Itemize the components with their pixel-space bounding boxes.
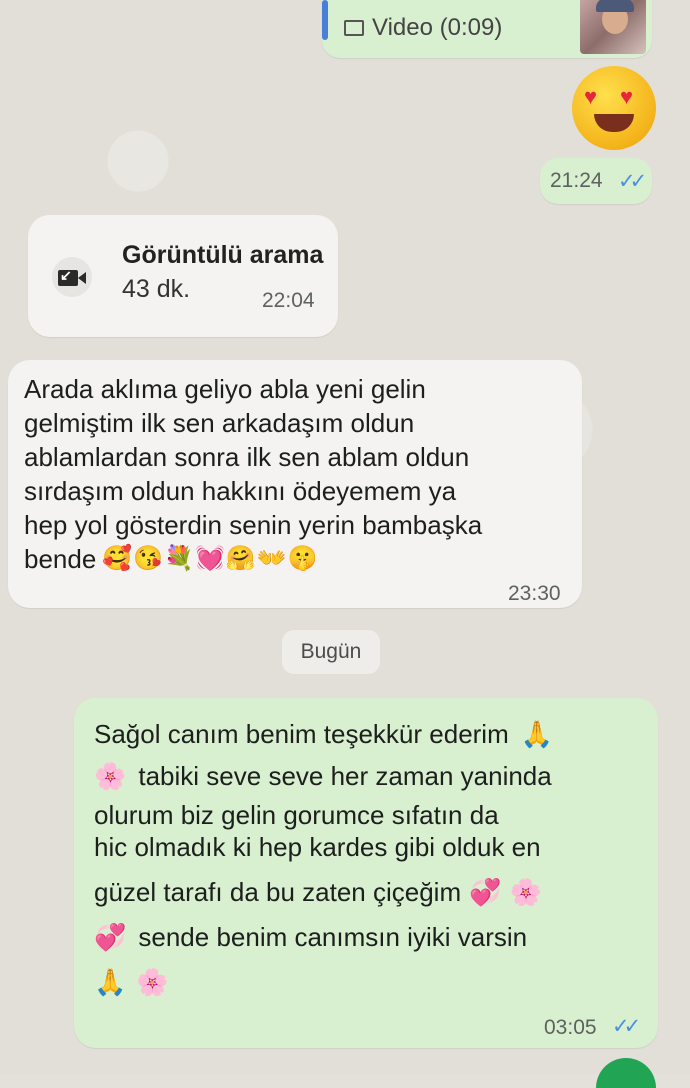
incoming-message-bubble[interactable]: Arada aklıma geliyo abla yeni gelin gelm… — [8, 360, 582, 608]
call-time: 22:04 — [262, 289, 315, 312]
video-message-bubble[interactable]: Video (0:09) — [322, 0, 652, 58]
heart-eyes-emoji: ♥ ♥ — [572, 66, 656, 150]
message-line: bende — [24, 544, 97, 574]
message-time: 23:30 — [508, 582, 561, 605]
heart-emoji: 💞 — [94, 922, 127, 952]
pray-emoji: 🙏 — [520, 719, 554, 749]
call-duration: 43 dk. — [122, 275, 191, 303]
message-line: Sağol canım benim teşekkür ederim — [94, 719, 509, 749]
message-line: tabiki seve seve her zaman yaninda — [138, 761, 552, 791]
message-line: gelmiştim ilk sen arkadaşım oldun — [24, 408, 415, 438]
date-label: Bugün — [300, 640, 362, 663]
message-line: olurum biz gelin gorumce sıfatın da — [94, 800, 499, 830]
video-camera-icon — [344, 20, 364, 36]
missed-video-call-icon: ↙ — [52, 257, 92, 297]
read-ticks-icon: ✓✓ — [618, 170, 647, 193]
emoji-time-bubble: 21:24 ✓✓ — [540, 158, 652, 204]
emoji-row: 🥰😘💐💓🤗👐🤫 — [102, 545, 319, 572]
video-call-bubble[interactable]: ↙ Görüntülü arama 43 dk. 22:04 — [28, 215, 338, 337]
message-line: sende benim canımsın iyiki varsin — [138, 922, 528, 952]
pray-emoji: 🙏 — [94, 967, 127, 997]
read-ticks-icon: ✓✓ — [612, 1015, 641, 1038]
flower-emoji: 🌸 — [509, 877, 542, 907]
video-label: Video (0:09) — [372, 14, 503, 41]
message-line: güzel tarafı da bu zaten çiçeğim — [94, 877, 462, 907]
call-title: Görüntülü arama — [122, 241, 324, 269]
reply-accent-bar — [322, 0, 328, 40]
date-separator: Bugün — [282, 630, 380, 674]
flower-emoji: 🌸 — [136, 967, 169, 997]
heart-emoji: 💞 — [469, 877, 502, 907]
message-line: hep yol gösterdin senin yerin bambaşka — [24, 510, 483, 540]
outgoing-message-bubble[interactable]: Sağol canım benim teşekkür ederim 🙏 🌸 ta… — [74, 698, 658, 1048]
message-line: ablamlardan sonra ilk sen ablam oldun — [24, 442, 470, 472]
message-time: 03:05 — [544, 1016, 597, 1039]
message-time: 21:24 — [550, 169, 603, 192]
flower-emoji: 🌸 — [94, 761, 127, 791]
message-line: sırdaşım oldun hakkını ödeyemem ya — [24, 476, 457, 506]
video-thumbnail[interactable] — [580, 0, 646, 54]
message-line: hic olmadık ki hep kardes gibi olduk en — [94, 832, 541, 862]
message-line: Arada aklıma geliyo abla yeni gelin — [24, 374, 426, 404]
